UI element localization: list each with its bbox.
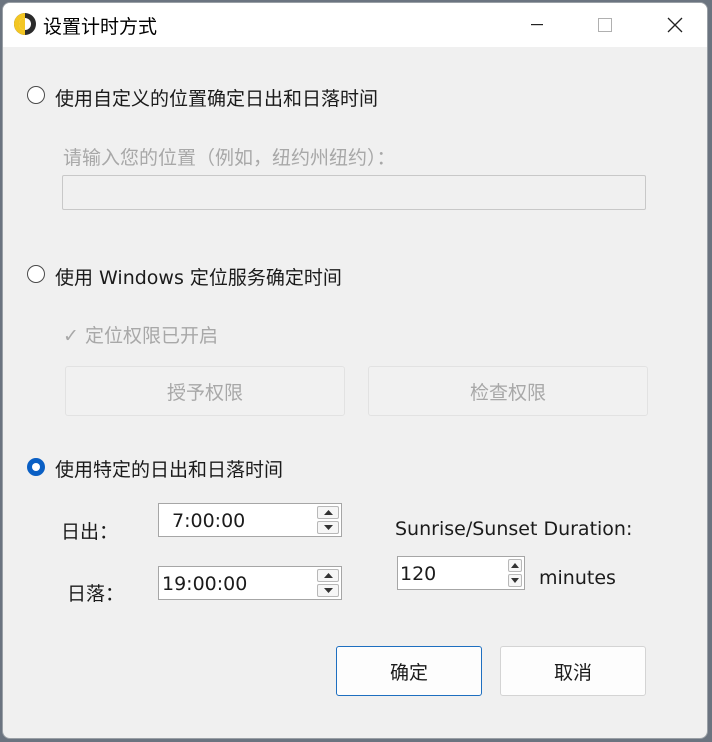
cancel-button[interactable]: 取消 bbox=[500, 646, 646, 696]
sunrise-time-picker[interactable]: 7:00:00 bbox=[158, 503, 342, 537]
caret-down-icon bbox=[323, 588, 333, 593]
duration-down-button[interactable] bbox=[508, 574, 522, 587]
grant-permission-button[interactable]: 授予权限 bbox=[65, 366, 345, 416]
radio-specific-times[interactable] bbox=[27, 458, 45, 476]
caret-up-icon bbox=[323, 573, 333, 578]
caret-down-icon bbox=[323, 525, 333, 530]
duration-value: 120 bbox=[400, 563, 437, 585]
sunset-up-button[interactable] bbox=[317, 569, 339, 582]
radio-windows-location[interactable] bbox=[27, 265, 45, 283]
location-prompt: 请输入您的位置（例如，纽约州纽约）： bbox=[63, 147, 396, 169]
sunrise-time-value: 7:00:00 bbox=[172, 510, 246, 532]
window-title: 设置计时方式 bbox=[43, 16, 158, 38]
minimize-icon bbox=[531, 24, 543, 26]
sunset-time-picker[interactable]: 19:00:00 bbox=[158, 566, 342, 600]
sunrise-label: 日出： bbox=[61, 521, 119, 543]
sunrise-down-button[interactable] bbox=[317, 521, 339, 534]
dialog-window: 设置计时方式 使用自定义的位置确定日出和日落时间 请输入您的位置（例如，纽约州纽… bbox=[2, 2, 708, 739]
caret-down-icon bbox=[511, 578, 519, 583]
title-bar: 设置计时方式 bbox=[3, 3, 707, 47]
sunset-label: 日落： bbox=[67, 583, 125, 605]
minimize-button[interactable] bbox=[505, 3, 569, 47]
location-input[interactable] bbox=[62, 175, 646, 210]
permission-status: ✓ 定位权限已开启 bbox=[63, 325, 218, 347]
cancel-button-label: 取消 bbox=[553, 661, 592, 684]
check-permission-button[interactable]: 检查权限 bbox=[368, 366, 648, 416]
maximize-icon bbox=[598, 18, 612, 32]
close-button[interactable] bbox=[643, 3, 707, 47]
custom-location-label: 使用自定义的位置确定日出和日落时间 bbox=[55, 88, 379, 110]
ok-button[interactable]: 确定 bbox=[336, 646, 482, 696]
sunrise-up-button[interactable] bbox=[317, 506, 339, 519]
sunset-down-button[interactable] bbox=[317, 584, 339, 597]
windows-location-label: 使用 Windows 定位服务确定时间 bbox=[55, 267, 342, 289]
specific-times-label: 使用特定的日出和日落时间 bbox=[55, 459, 284, 481]
sunset-time-value: 19:00:00 bbox=[162, 573, 248, 595]
duration-spinner[interactable]: 120 bbox=[397, 556, 525, 590]
grant-permission-label: 授予权限 bbox=[166, 381, 243, 404]
caret-up-icon bbox=[323, 510, 333, 515]
app-icon bbox=[13, 12, 37, 36]
duration-label: Sunrise/Sunset Duration: bbox=[395, 518, 633, 540]
ok-button-label: 确定 bbox=[389, 661, 428, 684]
duration-up-button[interactable] bbox=[508, 559, 522, 572]
close-icon bbox=[667, 17, 683, 33]
check-permission-label: 检查权限 bbox=[469, 381, 546, 404]
duration-unit: minutes bbox=[539, 567, 616, 589]
maximize-button[interactable] bbox=[573, 3, 637, 47]
radio-custom-location[interactable] bbox=[27, 86, 45, 104]
caret-up-icon bbox=[511, 563, 519, 568]
